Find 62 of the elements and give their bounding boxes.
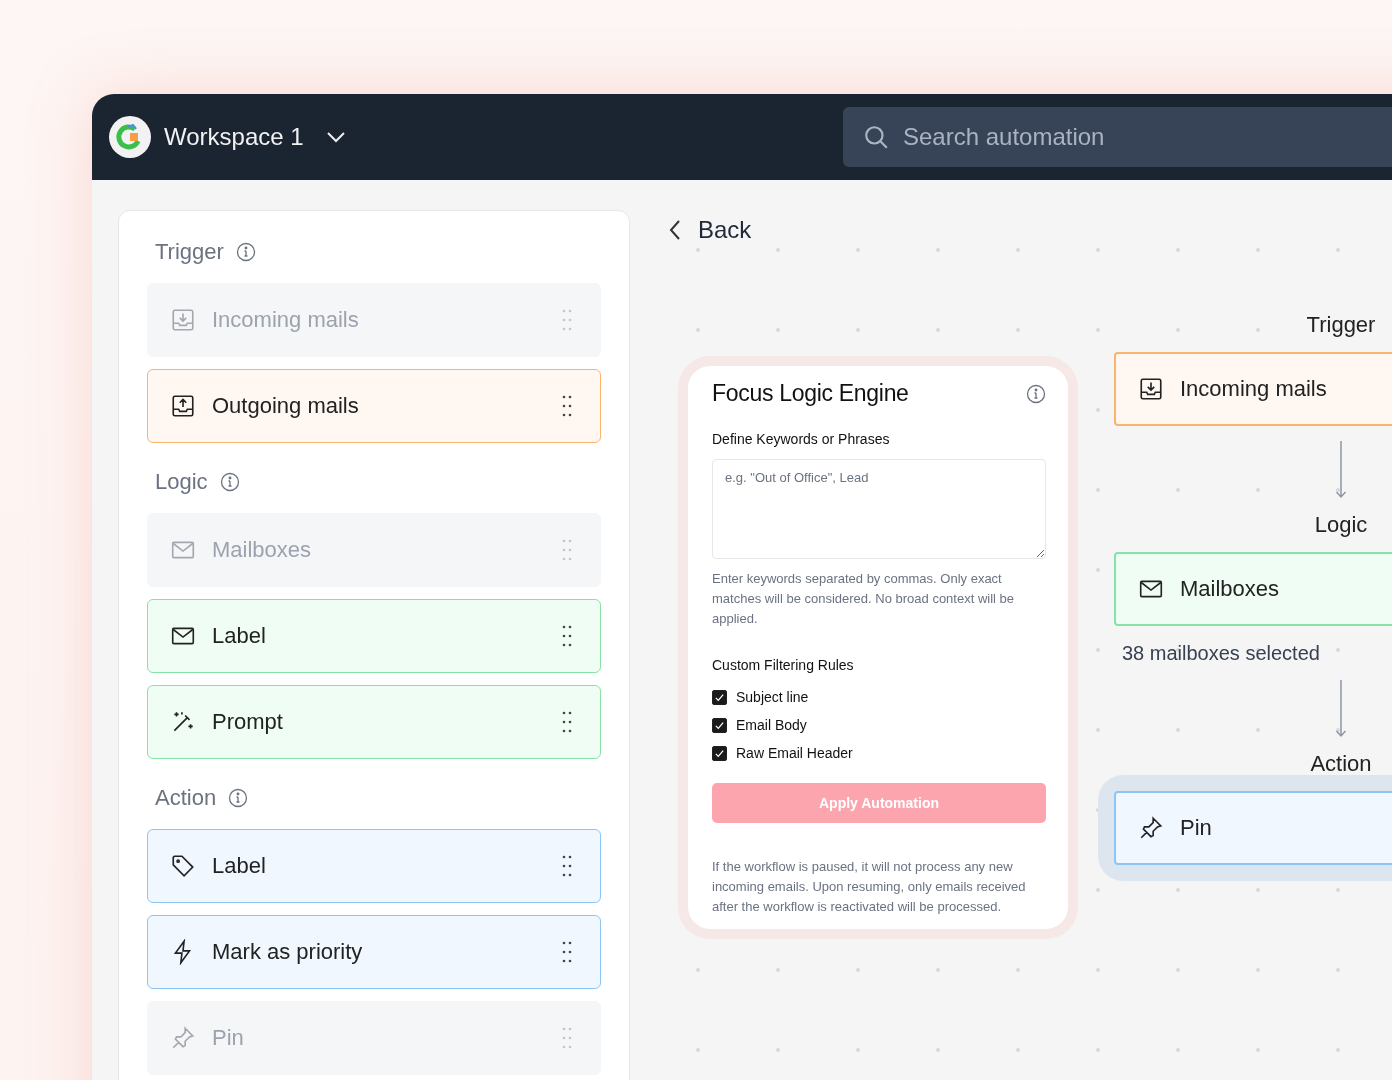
checkbox[interactable] — [712, 689, 727, 705]
pushpin-icon — [170, 1025, 196, 1051]
help-text: Enter keywords separated by commas. Only exact matches will be considered. No broad context will be applied. — [712, 570, 1016, 628]
back-button[interactable]: Back — [666, 210, 754, 250]
info-icon[interactable] — [228, 788, 249, 808]
pushpin-icon — [1138, 815, 1164, 841]
tag-icon — [170, 853, 196, 879]
block-item[interactable]: Prompt — [147, 685, 601, 759]
block-label: Label — [212, 853, 267, 879]
drag-handle-icon[interactable] — [560, 854, 574, 878]
search-input[interactable]: Search automation — [901, 122, 1392, 152]
search-field[interactable]: Search automation — [843, 107, 1392, 167]
node-label: Mailboxes — [1180, 576, 1281, 602]
info-icon[interactable] — [1026, 383, 1046, 404]
block-item[interactable]: Mark as priority — [147, 915, 601, 989]
flow-node[interactable]: Pin — [1114, 791, 1392, 865]
download-tray-icon — [1138, 376, 1164, 402]
flow-node[interactable]: Incoming mails — [1114, 352, 1392, 426]
field-label: Custom Filtering Rules — [712, 657, 855, 673]
node-note: 38 mailboxes selected — [1122, 642, 1320, 665]
down-arrow — [1335, 679, 1347, 739]
block-label: Mailboxes — [212, 537, 313, 563]
info-icon[interactable] — [219, 472, 240, 492]
block-label: Incoming mails — [212, 307, 360, 333]
drag-handle-icon[interactable] — [560, 394, 574, 418]
block-item[interactable]: Outgoing mails — [147, 369, 601, 443]
flow-node[interactable]: Mailboxes — [1114, 552, 1392, 626]
checkbox[interactable] — [712, 745, 727, 761]
node-label: Incoming mails — [1180, 376, 1328, 402]
checkbox-label: Raw Email Header — [736, 745, 853, 761]
field-label: Define Keywords or Phrases — [712, 431, 891, 447]
block-label: Prompt — [212, 709, 284, 735]
checkbox-label: Subject line — [736, 689, 809, 705]
node-label: Pin — [1180, 815, 1213, 841]
block-item[interactable]: Label — [147, 599, 601, 673]
chevron-left-icon — [668, 218, 682, 242]
drag-handle-icon[interactable] — [560, 624, 574, 648]
search-icon — [863, 124, 889, 150]
drag-handle-icon[interactable] — [560, 940, 574, 964]
block-item[interactable]: Label — [147, 829, 601, 903]
section-title: Logic — [155, 469, 208, 495]
checkbox[interactable] — [712, 717, 727, 733]
help-text: If the workflow is paused, it will not process any new incoming emails. Upon resuming, only emails received after the workflow is reactivated will be processed. — [712, 858, 1027, 916]
workspace-name[interactable]: Workspace 1 — [164, 123, 304, 151]
block-label: Mark as priority — [212, 939, 364, 965]
workspace-logo-icon — [108, 115, 152, 159]
keywords-field[interactable]: e.g. "Out of Office", Lead — [712, 459, 1046, 559]
info-icon[interactable] — [235, 242, 256, 262]
card-title: Focus Logic Engine — [712, 380, 909, 407]
down-arrow — [1335, 440, 1347, 500]
download-tray-icon — [170, 307, 196, 333]
step-title: Trigger — [1306, 312, 1376, 338]
checkbox-label: Email Body — [736, 717, 807, 733]
step-title: Action — [1310, 751, 1372, 777]
block-label: Label — [212, 623, 267, 649]
section-title: Trigger — [155, 239, 224, 265]
step-title: Logic — [1314, 512, 1368, 538]
block-label: Pin — [212, 1025, 245, 1051]
upload-tray-icon — [170, 393, 196, 419]
drag-handle-icon[interactable] — [560, 710, 574, 734]
block-label: Outgoing mails — [212, 393, 360, 419]
section-title: Action — [155, 785, 217, 811]
